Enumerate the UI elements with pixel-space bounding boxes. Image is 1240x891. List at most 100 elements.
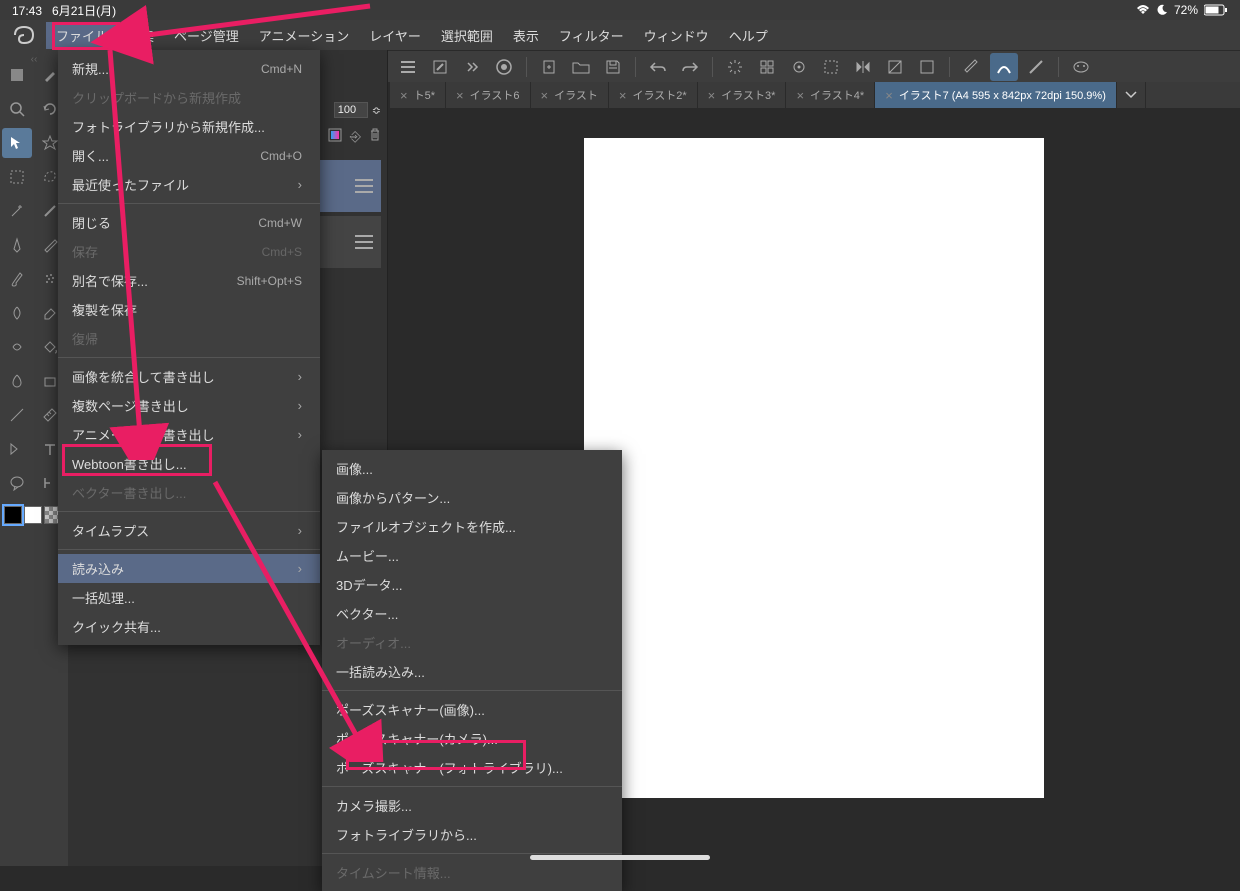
menu-item[interactable]: フォトライブラリから... xyxy=(322,820,622,849)
menu-item[interactable]: フォトライブラリから新規作成... xyxy=(58,112,320,141)
tool-balloon[interactable] xyxy=(2,468,32,498)
spinner-icon[interactable] xyxy=(721,53,749,81)
menu-item[interactable]: ポーズスキャナー(フォトライブラリ)... xyxy=(322,753,622,782)
menu-item[interactable]: 閉じるCmd+W xyxy=(58,208,320,237)
menu-layer[interactable]: レイヤー xyxy=(359,22,431,49)
doc-tab[interactable]: ×イラスト xyxy=(531,82,609,108)
color-swatches[interactable] xyxy=(2,504,66,526)
tool-blend[interactable] xyxy=(2,332,32,362)
menu-separator xyxy=(58,511,320,512)
foreground-color[interactable] xyxy=(4,506,22,524)
tool-deco[interactable] xyxy=(2,298,32,328)
menu-item-label: アニメーション書き出し xyxy=(72,425,214,444)
new-doc-icon[interactable] xyxy=(535,53,563,81)
tool-zoom[interactable] xyxy=(2,94,32,124)
tool-gradient[interactable] xyxy=(2,366,32,396)
close-tab-icon[interactable]: × xyxy=(541,88,549,103)
menu-selection[interactable]: 選択範囲 xyxy=(431,22,503,49)
menu-item[interactable]: 3Dデータ... xyxy=(322,570,622,599)
flip-icon[interactable] xyxy=(849,53,877,81)
menu-item[interactable]: タイムラプス› xyxy=(58,516,320,545)
menu-item[interactable]: 画像... xyxy=(322,454,622,483)
line-icon[interactable] xyxy=(1022,53,1050,81)
tool-brush[interactable] xyxy=(2,264,32,294)
close-tab-icon[interactable]: × xyxy=(796,88,804,103)
layer-link-icon[interactable]: ⎆ xyxy=(350,128,361,145)
tool-line2[interactable] xyxy=(2,400,32,430)
grid-icon[interactable] xyxy=(753,53,781,81)
drag-handle-icon[interactable] xyxy=(355,235,373,249)
edit-canvas-icon[interactable] xyxy=(426,53,454,81)
menu-item[interactable]: ベクター... xyxy=(322,599,622,628)
doc-tab[interactable]: ×ト5* xyxy=(390,82,446,108)
menu-animation[interactable]: アニメーション xyxy=(249,22,359,49)
menu-item[interactable]: カメラ撮影... xyxy=(322,791,622,820)
chevrons-icon[interactable] xyxy=(458,53,486,81)
layer-trash-icon[interactable] xyxy=(369,128,381,145)
tabs-overflow-icon[interactable] xyxy=(1117,82,1146,108)
canvas[interactable] xyxy=(584,138,1044,798)
close-tab-icon[interactable]: × xyxy=(456,88,464,103)
menu-item[interactable]: 新規...Cmd+N xyxy=(58,54,320,83)
menu-item[interactable]: クイック共有... xyxy=(58,612,320,641)
close-tab-icon[interactable]: × xyxy=(885,88,893,103)
layer-mask-icon[interactable] xyxy=(328,128,342,145)
menu-item[interactable]: 一括読み込み... xyxy=(322,657,622,686)
menu-item[interactable]: 画像からパターン... xyxy=(322,483,622,512)
pen-icon[interactable] xyxy=(958,53,986,81)
menu-item[interactable]: 開く...Cmd+O xyxy=(58,141,320,170)
menu-page[interactable]: ページ管理 xyxy=(164,22,249,49)
layer-opacity-field[interactable]: ≎ xyxy=(334,102,381,118)
dropper-icon[interactable] xyxy=(913,53,941,81)
opacity-input[interactable] xyxy=(334,102,368,118)
open-folder-icon[interactable] xyxy=(567,53,595,81)
menu-item[interactable]: Webtoon書き出し... xyxy=(58,449,320,478)
menu-item[interactable]: 読み込み› xyxy=(58,554,320,583)
snap-icon[interactable] xyxy=(785,53,813,81)
menu-window[interactable]: ウィンドウ xyxy=(634,22,719,49)
doc-tab[interactable]: ×イラスト4* xyxy=(786,82,875,108)
menu-help[interactable]: ヘルプ xyxy=(719,22,778,49)
close-tab-icon[interactable]: × xyxy=(400,88,408,103)
app-logo-icon[interactable] xyxy=(8,23,40,47)
menu-item[interactable]: ポーズスキャナー(カメラ)... xyxy=(322,724,622,753)
menu-item[interactable]: 一括処理... xyxy=(58,583,320,612)
drag-handle-icon[interactable] xyxy=(355,179,373,193)
menu-view[interactable]: 表示 xyxy=(503,22,549,49)
hamburger-icon[interactable] xyxy=(394,53,422,81)
close-tab-icon[interactable]: × xyxy=(708,88,716,103)
color-circle-icon[interactable] xyxy=(490,53,518,81)
menu-item[interactable]: ポーズスキャナー(画像)... xyxy=(322,695,622,724)
redo-icon[interactable] xyxy=(676,53,704,81)
tool-frame[interactable] xyxy=(2,434,32,464)
tool-wand[interactable] xyxy=(2,196,32,226)
doc-tab[interactable]: ×イラスト2* xyxy=(609,82,698,108)
crop-icon[interactable] xyxy=(817,53,845,81)
menu-edit[interactable]: 編集 xyxy=(118,22,164,49)
menu-item[interactable]: 複製を保存 xyxy=(58,295,320,324)
tool-move[interactable] xyxy=(2,128,32,158)
assist-icon[interactable] xyxy=(1067,53,1095,81)
save-icon[interactable] xyxy=(599,53,627,81)
gradient-icon[interactable] xyxy=(881,53,909,81)
menu-item[interactable]: 複数ページ書き出し› xyxy=(58,391,320,420)
menu-item[interactable]: ムービー... xyxy=(322,541,622,570)
close-tab-icon[interactable]: × xyxy=(619,88,627,103)
menu-item[interactable]: 最近使ったファイル› xyxy=(58,170,320,199)
menu-file[interactable]: ファイル xyxy=(46,22,118,49)
undo-icon[interactable] xyxy=(644,53,672,81)
menu-item[interactable]: 別名で保存...Shift+Opt+S xyxy=(58,266,320,295)
tool-subview[interactable] xyxy=(2,60,32,90)
doc-tab[interactable]: ×イラスト6 xyxy=(446,82,531,108)
menu-item[interactable]: ファイルオブジェクトを作成... xyxy=(322,512,622,541)
background-color[interactable] xyxy=(24,506,42,524)
doc-tab[interactable]: ×イラスト3* xyxy=(698,82,787,108)
doc-tab[interactable]: ×イラスト7 (A4 595 x 842px 72dpi 150.9%) xyxy=(875,82,1117,108)
curve-icon[interactable] xyxy=(990,53,1018,81)
tool-pen2[interactable] xyxy=(2,230,32,260)
tool-marquee[interactable] xyxy=(2,162,32,192)
menu-item[interactable]: アニメーション書き出し› xyxy=(58,420,320,449)
menu-item[interactable]: 画像を統合して書き出し› xyxy=(58,362,320,391)
menu-filter[interactable]: フィルター xyxy=(549,22,634,49)
opacity-stepper-icon[interactable]: ≎ xyxy=(372,104,381,117)
